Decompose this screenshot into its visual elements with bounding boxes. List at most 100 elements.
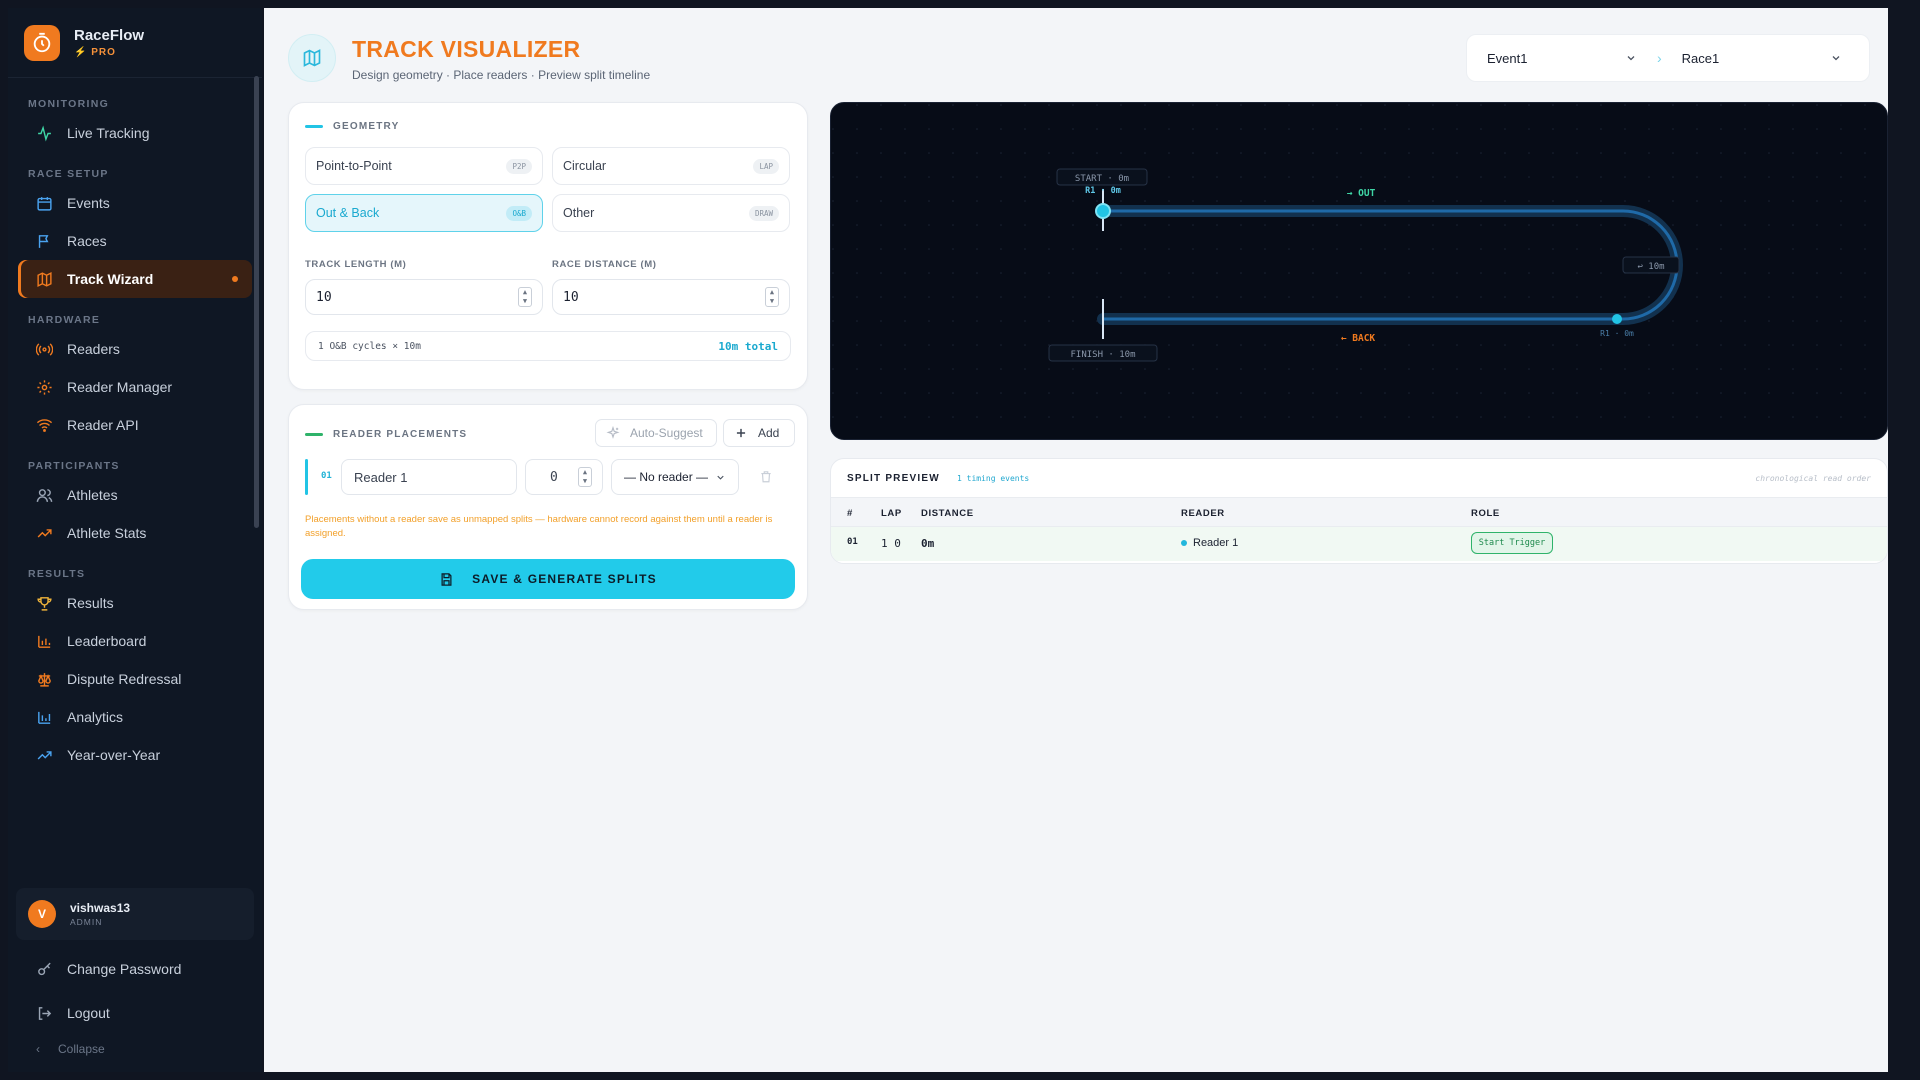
geometry-option-out-back[interactable]: Out & Back O&B [305,194,543,232]
end-reader-marker[interactable] [1612,314,1622,324]
placements-title: READER PLACEMENTS [305,429,467,440]
placement-row: 01 Reader 1 0 ▲ ▼ — No reader — [305,459,791,495]
avatar: V [28,900,56,928]
logout-link[interactable]: Logout [18,994,252,1032]
reader-select[interactable]: — No reader — [611,459,739,495]
user-role: ADMIN [70,917,103,927]
back-label: ← BACK [1341,333,1376,344]
geometry-summary: 1 O&B cycles × 10m 10m total [305,331,791,361]
read-order-note: chronological read order [1755,474,1871,483]
track-diagram: START · 0m R1 · 0m → OUT ↩ 10m ← BACK R1… [831,103,1887,439]
sidebar-item-reader-api[interactable]: Reader API [18,406,252,444]
split-table-header: # LAP DISTANCE READER ROLE [831,497,1887,527]
race-distance-label: RACE DISTANCE (M) [552,259,657,270]
row-num: 01 [847,537,858,547]
geometry-card: GEOMETRY Point-to-Point P2P Circular LAP O… [288,102,808,390]
chevron-left-icon: ‹ [36,1042,40,1056]
sparkle-icon [606,426,620,439]
col-num: # [847,508,853,519]
end-reader-label: R1 · 0m [1600,329,1634,338]
start-reader-label: R1 · 0m [1085,186,1121,196]
col-role: ROLE [1471,508,1500,519]
timing-events-count: 1 timing events [957,474,1030,483]
reader-placements-card: READER PLACEMENTS Auto-Suggest Add 01 Re… [288,404,808,610]
placement-name-input[interactable]: Reader 1 [341,459,517,495]
table-row[interactable]: 01 1 0 0m Reader 1 Start Trigger [831,527,1887,561]
sidebar-item-yoy[interactable]: Year-over-Year [18,736,252,774]
start-reader-marker[interactable] [1095,203,1111,219]
chevron-down-icon [1832,56,1840,61]
plus-icon [736,428,746,438]
section-monitoring: MONITORING [28,98,110,110]
section-results: RESULTS [28,568,86,580]
chevron-down-icon [717,475,724,480]
collapse-button[interactable]: ‹ Collapse [36,1042,105,1056]
race-select[interactable]: Race1 [1662,35,1862,81]
stepper-icon[interactable]: ▲ ▼ [518,287,532,307]
main-content: TRACK VISUALIZER Design geometry · Place… [264,8,1888,1072]
event-select[interactable]: Event1 [1467,35,1657,81]
activity-icon [38,124,51,142]
map-icon [288,34,336,82]
sidebar-item-dispute[interactable]: Dispute Redressal [18,660,252,698]
col-lap: LAP [881,508,902,519]
col-distance: DISTANCE [921,508,974,519]
sidebar-item-events[interactable]: Events [18,184,252,222]
gear-icon [37,379,52,395]
geometry-option-other[interactable]: Other DRAW [552,194,790,232]
split-preview-card: SPLIT PREVIEW 1 timing events chronologi… [830,458,1888,564]
sidebar-item-leaderboard[interactable]: Leaderboard [18,622,252,660]
row-reader: Reader 1 [1181,537,1238,549]
sidebar-item-athlete-stats[interactable]: Athlete Stats [18,514,252,552]
placement-number: 01 [321,471,332,481]
trash-icon[interactable] [759,469,773,489]
sidebar-item-athletes[interactable]: Athletes [18,476,252,514]
track-length-input[interactable]: 10 ▲ ▼ [305,279,543,315]
auto-suggest-button[interactable]: Auto-Suggest [595,419,717,447]
stepper-icon[interactable]: ▲ ▼ [765,287,779,307]
track-canvas[interactable]: START · 0m R1 · 0m → OUT ↩ 10m ← BACK R1… [830,102,1888,440]
bar-chart-icon [38,635,51,648]
race-distance-input[interactable]: 10 ▲ ▼ [552,279,790,315]
tier-badge: ⚡ PRO [74,47,116,58]
track-length-label: TRACK LENGTH (M) [305,259,407,270]
sidebar-item-races[interactable]: Races [18,222,252,260]
page-title: TRACK VISUALIZER [352,36,581,62]
sidebar-item-reader-manager[interactable]: Reader Manager [18,368,252,406]
save-generate-button[interactable]: SAVE & GENERATE SPLITS [301,559,795,599]
start-label: START · 0m [1075,174,1129,184]
section-hardware: HARDWARE [28,314,101,326]
role-badge: Start Trigger [1471,532,1553,554]
sidebar-item-live-tracking[interactable]: Live Tracking [18,114,252,152]
placement-distance-input[interactable]: 0 ▲ ▼ [525,459,603,495]
brand[interactable]: RaceFlow ⚡ PRO [8,8,262,78]
change-password-link[interactable]: Change Password [18,950,252,988]
col-reader: READER [1181,508,1225,519]
geometry-option-circular[interactable]: Circular LAP [552,147,790,185]
unmapped-warning: Placements without a reader save as unma… [305,514,773,539]
row-lap: 1 0 [881,537,901,550]
users-icon [36,488,53,502]
trend-icon [37,750,52,760]
geometry-option-p2p[interactable]: Point-to-Point P2P [305,147,543,185]
user-card[interactable]: V vishwas13 ADMIN [16,888,254,940]
section-participants: PARTICIPANTS [28,460,120,472]
chevron-down-icon [1627,56,1635,61]
finish-label: FINISH · 10m [1070,350,1135,360]
stepper-icon[interactable]: ▲ ▼ [578,467,592,487]
sidebar-item-readers[interactable]: Readers [18,330,252,368]
sidebar-item-results[interactable]: Results [18,584,252,622]
reader-dot [1181,540,1187,547]
sidebar-item-analytics[interactable]: Analytics [18,698,252,736]
sidebar-item-track-wizard[interactable]: Track Wizard [18,260,252,298]
active-dot [232,276,238,282]
sidebar: RaceFlow ⚡ PRO MONITORING Live Tracking … [8,8,262,1072]
key-icon [38,962,51,975]
turnaround-label: ↩ 10m [1637,262,1664,272]
row-distance: 0m [921,537,935,550]
broadcast-icon [36,342,53,356]
add-button[interactable]: Add [723,419,795,447]
stopwatch-icon [24,24,60,61]
save-icon [441,572,452,586]
analytics-icon [38,711,51,724]
